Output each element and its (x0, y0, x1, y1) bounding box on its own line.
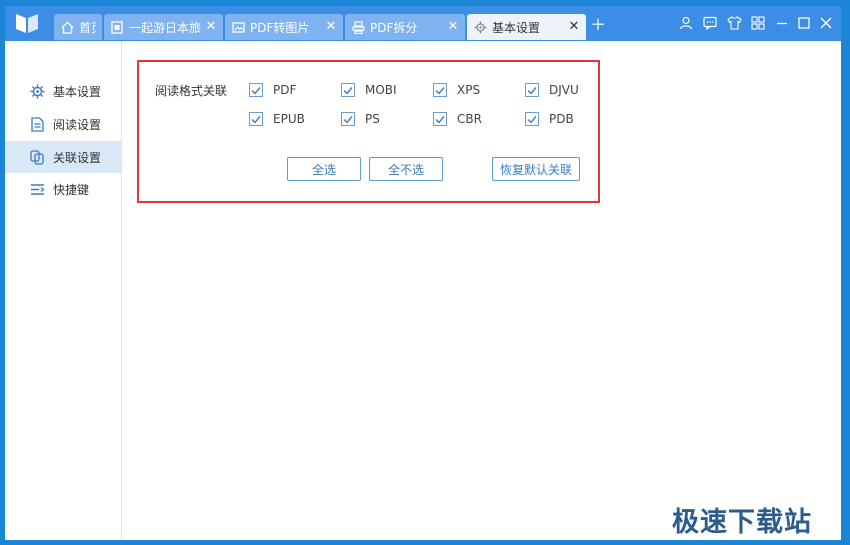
sidebar-item-reading-settings[interactable]: 阅读设置 (5, 108, 121, 140)
home-icon (60, 20, 74, 34)
sidebar-item-basic-settings[interactable]: 基本设置 (5, 75, 121, 107)
checkmark-icon[interactable] (433, 83, 447, 97)
title-bar: 首页 一起游日本旅游 ✕ PDF转图片 ✕ PDF拆分 ✕ (5, 6, 841, 41)
document-icon (110, 20, 124, 34)
checkmark-icon[interactable] (525, 112, 539, 126)
checkmark-icon[interactable] (249, 83, 263, 97)
format-checkbox-cbr[interactable]: CBR (433, 112, 482, 126)
tab-label: 首页 (79, 20, 96, 35)
checkbox-label: PS (365, 112, 380, 126)
format-checkbox-epub[interactable]: EPUB (249, 112, 305, 126)
select-none-button[interactable]: 全不选 (369, 157, 443, 181)
checkmark-icon[interactable] (341, 83, 355, 97)
link-icon (29, 149, 45, 165)
tab-label: 基本设置 (492, 20, 541, 35)
maximize-icon[interactable] (796, 15, 812, 31)
format-checkbox-xps[interactable]: XPS (433, 83, 480, 97)
split-icon (351, 20, 365, 34)
format-checkbox-pdf[interactable]: PDF (249, 83, 296, 97)
settings-sidebar: 基本设置 阅读设置 关联设置 快捷键 (5, 41, 122, 540)
checkmark-icon[interactable] (525, 83, 539, 97)
association-label: 阅读格式关联 (155, 84, 228, 98)
checkbox-label: PDB (549, 112, 574, 126)
watermark: 极速下载站 (672, 507, 812, 538)
format-checkbox-djvu[interactable]: DJVU (525, 83, 579, 97)
restore-default-button[interactable]: 恢复默认关联 (492, 157, 580, 181)
sidebar-item-label: 关联设置 (53, 150, 102, 165)
format-checkbox-mobi[interactable]: MOBI (341, 83, 397, 97)
close-icon[interactable] (818, 15, 834, 31)
apps-icon[interactable] (750, 15, 766, 31)
tab-basic-settings[interactable]: 基本设置 ✕ (467, 14, 586, 40)
tab-pdf-split[interactable]: PDF拆分 ✕ (345, 14, 465, 40)
sidebar-item-shortcuts[interactable]: 快捷键 (5, 173, 121, 205)
checkmark-icon[interactable] (433, 112, 447, 126)
checkbox-label: CBR (457, 112, 482, 126)
shortcut-icon (29, 181, 45, 197)
message-icon[interactable] (702, 15, 718, 31)
checkbox-label: DJVU (549, 83, 579, 97)
checkmark-icon[interactable] (341, 112, 355, 126)
tab-close-button[interactable]: ✕ (205, 20, 217, 33)
skin-icon[interactable] (726, 15, 742, 31)
app-logo-icon (16, 14, 38, 33)
tab-pdf-to-image[interactable]: PDF转图片 ✕ (225, 14, 343, 40)
select-all-button[interactable]: 全选 (287, 157, 361, 181)
new-tab-button[interactable]: + (590, 15, 606, 35)
checkbox-label: XPS (457, 83, 481, 97)
gear-icon (29, 83, 45, 99)
checkbox-label: EPUB (273, 112, 305, 126)
checkmark-icon[interactable] (249, 112, 263, 126)
tab-close-button[interactable]: ✕ (568, 20, 580, 33)
sidebar-item-label: 基本设置 (53, 84, 102, 99)
format-checkbox-pdb[interactable]: PDB (525, 112, 574, 126)
checkbox-label: PDF (273, 83, 297, 97)
minimize-icon[interactable] (774, 15, 790, 31)
tab-label: PDF转图片 (250, 20, 310, 35)
image-convert-icon (231, 20, 245, 34)
user-icon[interactable] (678, 15, 694, 31)
tab-label: PDF拆分 (370, 20, 418, 35)
settings-content: 基本设置 阅读设置 关联设置 快捷键 阅读格式关联 PDF MOBI XPS D… (5, 41, 841, 540)
gear-icon (473, 20, 487, 34)
app-window: 首页 一起游日本旅游 ✕ PDF转图片 ✕ PDF拆分 ✕ (5, 6, 841, 540)
tab-close-button[interactable]: ✕ (325, 20, 337, 33)
document-icon (29, 116, 45, 132)
association-settings-panel: 阅读格式关联 PDF MOBI XPS DJVU EPUB PS CBR PDB… (137, 60, 600, 203)
tab-close-button[interactable]: ✕ (447, 20, 459, 33)
checkbox-label: MOBI (365, 83, 397, 97)
sidebar-item-label: 快捷键 (53, 182, 90, 197)
tab-label: 一起游日本旅游 (129, 20, 201, 35)
tab-document[interactable]: 一起游日本旅游 ✕ (104, 14, 223, 40)
format-checkbox-ps[interactable]: PS (341, 112, 380, 126)
tab-home[interactable]: 首页 (54, 14, 102, 40)
sidebar-item-label: 阅读设置 (53, 117, 102, 132)
sidebar-item-association-settings[interactable]: 关联设置 (5, 141, 121, 173)
